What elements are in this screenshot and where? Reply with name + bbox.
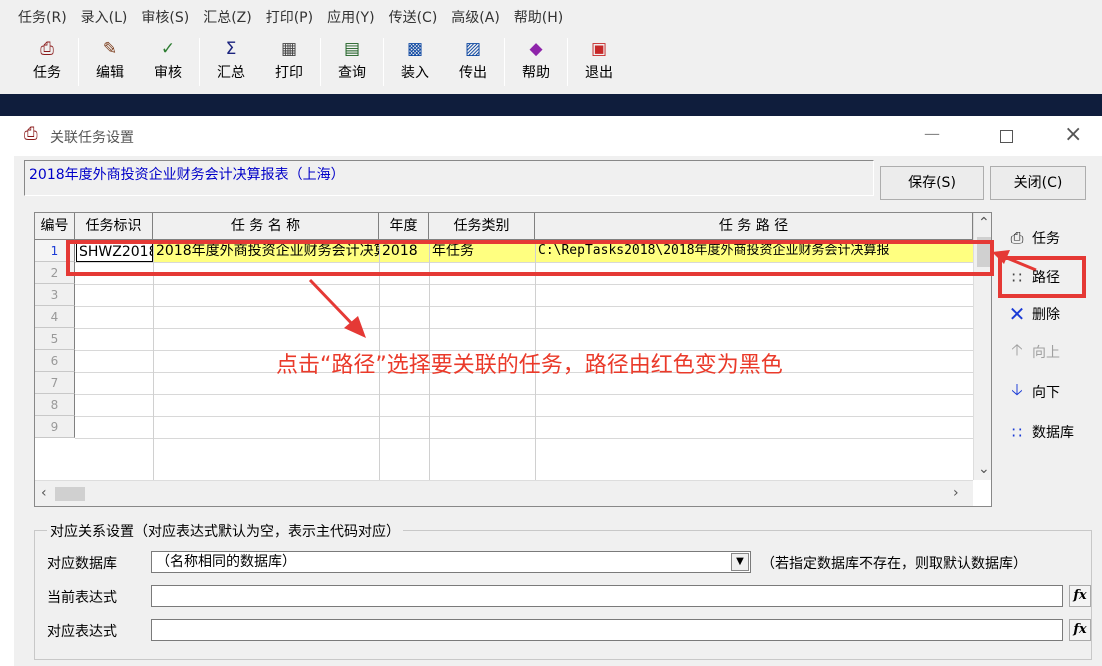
sigma-icon: Σ	[225, 39, 237, 59]
side-task-label: 任务	[1032, 231, 1060, 247]
arrow-down-icon: 🡣	[1011, 379, 1023, 399]
toolbar-separator	[199, 38, 200, 86]
load-icon: ▩	[406, 39, 424, 59]
chevron-down-icon[interactable]: ▼	[731, 553, 749, 571]
side-database-button[interactable]: ∷ 数据库	[1006, 416, 1088, 448]
side-up-button[interactable]: 🡡 向上	[1006, 336, 1088, 368]
toolbar-separator	[78, 38, 79, 86]
printer-icon: ⎙	[40, 39, 54, 59]
toolbar-separator	[504, 38, 505, 86]
side-delete-button[interactable]: ✕ 删除	[1006, 298, 1088, 330]
toolbar-edit-button[interactable]: ✎ 编辑	[81, 38, 139, 82]
mapping-settings-legend: 对应关系设置（对应表达式默认为空，表示主代码对应）	[47, 521, 403, 541]
toolbar-query-button[interactable]: ▤ 查询	[323, 38, 381, 82]
toolbar-summary-label: 汇总	[217, 65, 245, 81]
side-down-button[interactable]: 🡣 向下	[1006, 376, 1088, 408]
network-icon: ▨	[464, 39, 482, 59]
check-icon: ✓	[160, 39, 176, 59]
toolbar-edit-label: 编辑	[96, 65, 124, 81]
side-path-label: 路径	[1032, 270, 1060, 286]
horizontal-scrollbar[interactable]: ‹ ›	[35, 480, 973, 506]
mapping-settings-group: 对应关系设置（对应表达式默认为空，表示主代码对应） 对应数据库 （名称相同的数据…	[34, 521, 1092, 660]
row-divider	[75, 438, 991, 439]
db-label: 对应数据库	[47, 556, 117, 572]
database-icon: ∷	[1011, 422, 1023, 442]
side-path-button[interactable]: ∷ 路径	[1006, 261, 1088, 293]
scroll-left-icon[interactable]: ‹	[41, 485, 47, 501]
query-icon: ▤	[343, 39, 361, 59]
arrow-up-icon: 🡡	[1011, 339, 1023, 359]
fx-icon[interactable]: fx	[1069, 585, 1091, 607]
menu-print[interactable]: 打印(P)	[266, 7, 313, 27]
map-expression-input[interactable]	[151, 619, 1063, 641]
menu-apply[interactable]: 应用(Y)	[327, 7, 374, 27]
row-number[interactable]: 9	[35, 416, 75, 438]
side-up-label: 向上	[1032, 345, 1060, 361]
toolbar-audit-label: 审核	[154, 65, 182, 81]
toolbar-task-label: 任务	[33, 65, 61, 81]
menu-task[interactable]: 任务(R)	[18, 7, 67, 27]
toolbar-separator	[383, 38, 384, 86]
toolbar-task-button[interactable]: ⎙ 任务	[18, 38, 76, 82]
document-icon: ▦	[280, 39, 298, 59]
current-expression-label: 当前表达式	[47, 590, 117, 606]
annotation-text: 点击“路径”选择要关联的任务，路径由红色变为黑色	[276, 353, 783, 378]
toolbar-load-label: 装入	[401, 65, 429, 81]
db-hint: （若指定数据库不存在，则取默认数据库）	[761, 556, 1027, 572]
db-select[interactable]: （名称相同的数据库）	[151, 551, 751, 573]
menu-bar: 任务(R) 录入(L) 审核(S) 汇总(Z) 打印(P) 应用(Y) 传送(C…	[0, 0, 1102, 34]
toolbar-print-label: 打印	[275, 65, 303, 81]
toolbar-query-label: 查询	[338, 65, 366, 81]
annotation-arrow-line	[308, 278, 358, 330]
delete-x-icon: ✕	[1008, 302, 1026, 326]
current-expression-input[interactable]	[151, 585, 1063, 607]
scroll-down-icon[interactable]: ⌄	[978, 461, 990, 477]
menu-audit[interactable]: 审核(S)	[141, 7, 189, 27]
horizontal-scroll-thumb[interactable]	[55, 487, 85, 501]
help-book-icon: ◆	[529, 39, 543, 59]
side-delete-label: 删除	[1032, 307, 1060, 323]
toolbar-separator	[567, 38, 568, 86]
menu-help[interactable]: 帮助(H)	[514, 7, 563, 27]
toolbar-audit-button[interactable]: ✓ 审核	[139, 38, 197, 82]
toolbar-transmit-label: 传出	[459, 65, 487, 81]
path-tree-icon: ∷	[1011, 267, 1023, 287]
main-toolbar: ⎙ 任务 ✎ 编辑 ✓ 审核 Σ 汇总 ▦ 打印 ▤ 查询 ▩ 装入 ▨ 传出 …	[0, 34, 1102, 94]
toolbar-load-button[interactable]: ▩ 装入	[386, 38, 444, 82]
edit-icon: ✎	[102, 39, 118, 59]
menu-advanced[interactable]: 高级(A)	[451, 7, 500, 27]
exit-icon: ▣	[590, 39, 608, 59]
fx-icon[interactable]: fx	[1069, 619, 1091, 641]
db-select-value: （名称相同的数据库）	[156, 554, 296, 570]
workspace-band	[0, 94, 1102, 116]
toolbar-print-button[interactable]: ▦ 打印	[260, 38, 318, 82]
toolbar-separator	[320, 38, 321, 86]
side-task-button[interactable]: ⎙ 任务	[1006, 222, 1088, 254]
row-divider	[75, 416, 991, 417]
side-database-label: 数据库	[1032, 425, 1074, 441]
toolbar-help-button[interactable]: ◆ 帮助	[507, 38, 565, 82]
toolbar-help-label: 帮助	[522, 65, 550, 81]
scroll-right-icon[interactable]: ›	[953, 485, 959, 501]
related-task-dialog: ⎙ 关联任务设置 — × 2018年度外商投资企业财务会计决算报表（上海） 保存…	[14, 116, 1102, 666]
toolbar-summary-button[interactable]: Σ 汇总	[202, 38, 260, 82]
map-expression-label: 对应表达式	[47, 624, 117, 640]
menu-input[interactable]: 录入(L)	[81, 7, 128, 27]
toolbar-transmit-button[interactable]: ▨ 传出	[444, 38, 502, 82]
menu-summary[interactable]: 汇总(Z)	[203, 7, 252, 27]
menu-transmit[interactable]: 传送(C)	[389, 7, 438, 27]
toolbar-exit-label: 退出	[585, 65, 613, 81]
toolbar-exit-button[interactable]: ▣ 退出	[570, 38, 628, 82]
printer-icon: ⎙	[1010, 228, 1024, 247]
side-down-label: 向下	[1032, 385, 1060, 401]
